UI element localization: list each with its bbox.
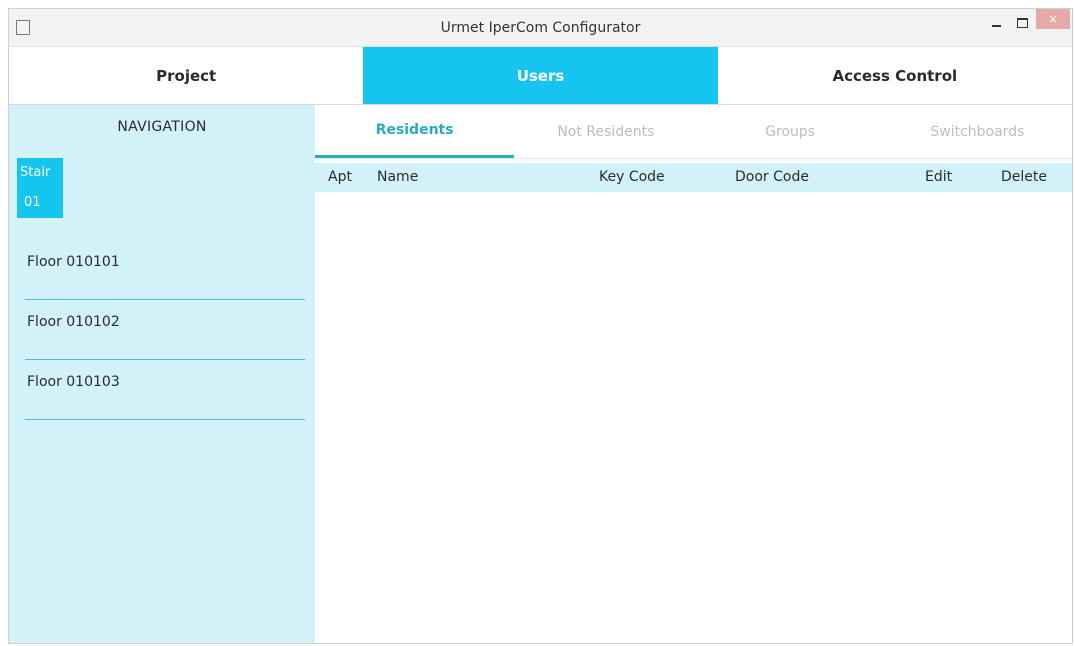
close-button[interactable]: × [1036,9,1070,29]
tab-switchboards[interactable]: Switchboards [883,105,1072,158]
close-icon: × [1047,12,1059,26]
tab-residents[interactable]: Residents [315,105,515,158]
app-window: Urmet IperCom Configurator × Project Use… [8,8,1073,644]
column-header-key-code[interactable]: Key Code [599,163,665,192]
users-sub-tab-bar: Residents Not Residents Groups Switchboa… [315,105,1072,159]
tab-users[interactable]: Users [363,47,718,104]
tab-groups[interactable]: Groups [697,105,882,158]
tab-access-control[interactable]: Access Control [718,47,1072,104]
floor-item[interactable]: Floor 010103 [25,360,305,420]
tab-project[interactable]: Project [9,47,363,104]
main-tab-bar: Project Users Access Control [9,47,1072,105]
maximize-button[interactable] [1008,9,1036,37]
column-header-name[interactable]: Name [377,163,418,192]
stair-label: Stair [20,165,51,180]
stair-button[interactable]: Stair 01 [17,158,63,218]
floor-list: Floor 010101 Floor 010102 Floor 010103 [25,240,305,420]
title-bar[interactable]: Urmet IperCom Configurator × [9,9,1072,47]
maximize-icon [1016,18,1028,28]
navigation-panel: NAVIGATION Stair 01 Floor 010101 Floor 0… [9,105,315,643]
minimize-icon [991,25,1001,27]
tab-not-residents[interactable]: Not Residents [514,105,697,158]
residents-table-header: Apt Name Key Code Door Code Edit Delete [315,163,1072,192]
column-header-door-code[interactable]: Door Code [735,163,809,192]
column-header-edit[interactable]: Edit [925,163,952,192]
navigation-header: NAVIGATION [117,119,207,135]
floor-item[interactable]: Floor 010102 [25,300,305,360]
stair-number: 01 [24,195,41,210]
window-title: Urmet IperCom Configurator [440,20,641,36]
column-header-apt[interactable]: Apt [328,163,352,192]
floor-item[interactable]: Floor 010101 [25,240,305,300]
minimize-button[interactable] [982,9,1010,37]
column-header-delete[interactable]: Delete [1001,163,1047,192]
main-content: Residents Not Residents Groups Switchboa… [315,105,1072,643]
